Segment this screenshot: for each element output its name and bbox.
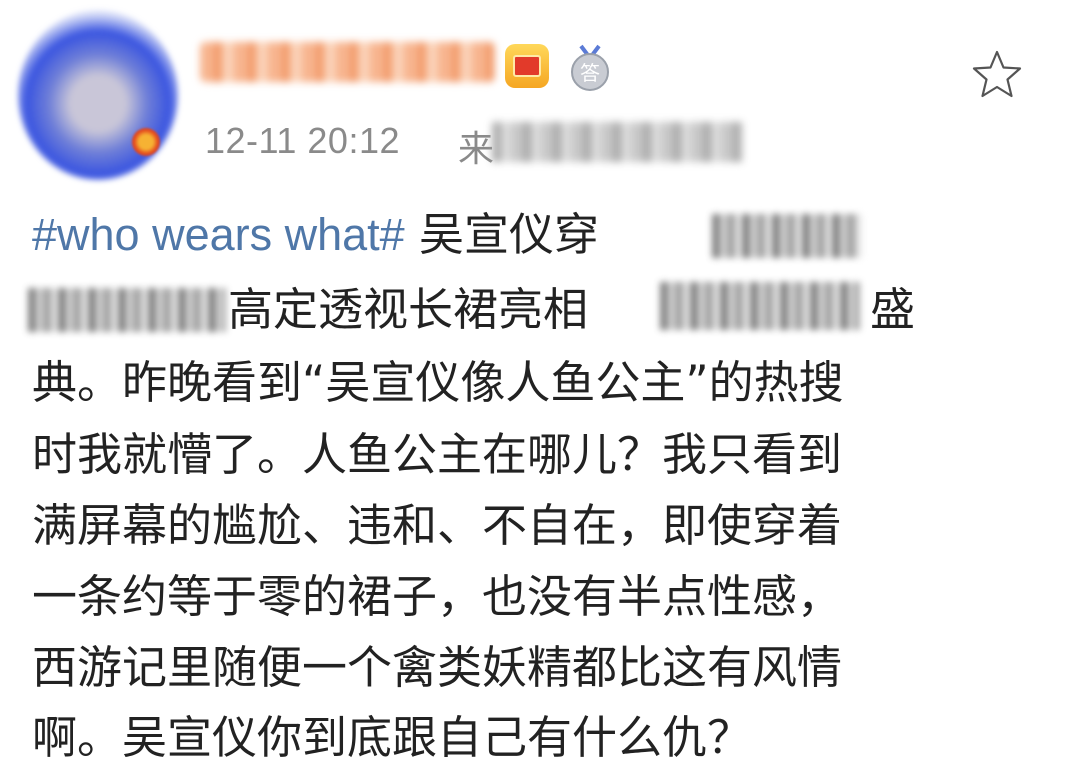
redacted-text — [660, 282, 860, 330]
favorite-star-icon[interactable] — [970, 48, 1024, 102]
content-line-1: #who wears what# 吴宣仪穿 — [32, 205, 599, 265]
content-line-6: 一条约等于零的裙子，也没有半点性感， — [32, 570, 843, 623]
content-line-4: 时我就懵了。人鱼公主在哪儿？我只看到 — [32, 428, 843, 481]
user-avatar[interactable] — [18, 10, 178, 180]
hashtag-link[interactable]: #who wears what# — [32, 209, 405, 260]
content-line-3: 典。昨晚看到“吴宣仪像人鱼公主”的热搜 — [32, 356, 844, 409]
answer-medal-icon[interactable]: 答 — [568, 44, 612, 92]
post-source-redacted — [492, 122, 742, 162]
post-source-prefix: 来 — [458, 129, 495, 170]
content-line-7: 西游记里随便一个禽类妖精都比这有风情 — [32, 641, 843, 694]
content-line-2-end: 盛 — [870, 280, 915, 340]
content-line-8: 啊。吴宣仪你到底跟自己有什么仇？ — [32, 711, 753, 764]
content-text: 吴宣仪穿 — [404, 208, 600, 261]
content-text: 盛 — [870, 283, 916, 336]
redacted-text — [712, 214, 862, 258]
weibo-post: 答 12-11 20:12 来 #who wears what# 吴宣仪穿 高定… — [0, 0, 1067, 769]
content-line-5: 满屏幕的尴尬、违和、不自在，即使穿着 — [32, 499, 843, 552]
content-line-2: 高定透视长裙亮相 — [228, 280, 588, 340]
vip-crown-icon[interactable] — [505, 44, 549, 88]
medal-label: 答 — [580, 61, 600, 85]
verified-badge-icon — [132, 128, 160, 156]
post-timestamp: 12-11 20:12 — [205, 120, 400, 161]
username-redacted[interactable] — [200, 42, 495, 82]
content-text: 高定透视长裙亮相 — [228, 283, 589, 336]
redacted-text — [28, 288, 226, 332]
